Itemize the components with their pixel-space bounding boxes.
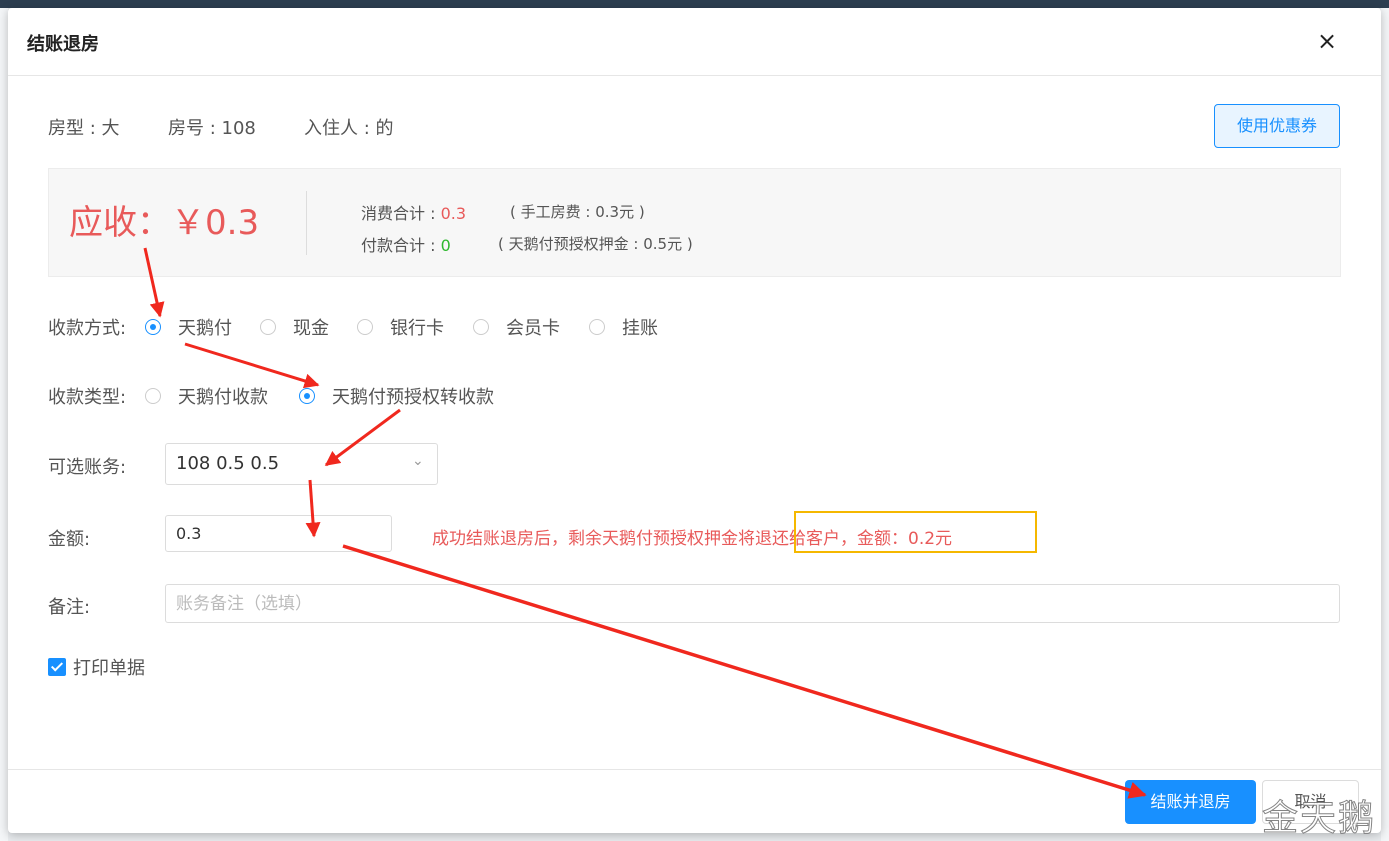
room-type: 房型 : 大 — [48, 118, 120, 139]
summary-divider — [306, 191, 307, 255]
radio-checked-icon — [299, 388, 315, 404]
payment-note: ( 天鹅付预授权押金 : 0.5元 ) — [498, 235, 693, 253]
consumption-value: 0.3 — [440, 204, 467, 223]
dialog-header: 结账退房 × — [8, 8, 1381, 76]
amount-input[interactable] — [165, 515, 392, 552]
amount-due: 应收：￥0.3 — [69, 203, 260, 243]
radio-payment-bankcard[interactable]: 银行卡 — [357, 314, 444, 340]
radio-type-preauth-transfer[interactable]: 天鹅付预授权转收款 — [299, 383, 494, 409]
backdrop-left — [0, 8, 8, 841]
consumption-label: 消费合计 : — [361, 204, 441, 223]
checkbox-checked-icon — [48, 658, 66, 676]
radio-payment-tianepay[interactable]: 天鹅付 — [145, 314, 232, 340]
watermark-logo: 金天鹅 — [1261, 798, 1377, 840]
guest-name: 入住人 : 的 — [304, 118, 394, 139]
payment-value: 0 — [440, 236, 451, 255]
consumption-note: ( 手工房费 : 0.3元 ) — [510, 203, 645, 221]
refund-hint-highlight — [794, 511, 1037, 553]
payment-total: 付款合计 : 0 — [361, 232, 451, 256]
radio-type-tianepay-receive[interactable]: 天鹅付收款 — [145, 383, 268, 409]
print-receipt-label: 打印单据 — [73, 658, 145, 679]
account-select-value: 108 0.5 0.5 — [176, 453, 280, 474]
close-icon[interactable]: × — [1314, 28, 1340, 54]
payment-summary: 应收：￥0.3 消费合计 : 0.3 ( 手工房费 : 0.3元 ) 付款合计 … — [48, 168, 1341, 277]
print-receipt-checkbox[interactable]: 打印单据 — [48, 654, 145, 680]
payment-method-label: 收款方式: — [48, 318, 127, 339]
checkout-and-leave-button[interactable]: 结账并退房 — [1125, 780, 1256, 824]
consumption-total: 消费合计 : 0.3 — [361, 200, 466, 224]
backdrop-right — [1381, 8, 1389, 841]
radio-checked-icon — [145, 319, 161, 335]
radio-icon — [145, 388, 161, 404]
radio-icon — [357, 319, 373, 335]
radio-icon — [260, 319, 276, 335]
remark-input[interactable] — [165, 584, 1340, 623]
checkout-dialog: 结账退房 × 房型 : 大 房号 : 108 入住人 : 的 使用优惠券 应收：… — [8, 8, 1381, 833]
room-number: 房号 : 108 — [168, 118, 256, 139]
radio-payment-credit[interactable]: 挂账 — [589, 314, 658, 340]
radio-payment-cash[interactable]: 现金 — [260, 314, 329, 340]
radio-icon — [473, 319, 489, 335]
dialog-title: 结账退房 — [27, 34, 99, 55]
radio-payment-membercard[interactable]: 会员卡 — [473, 314, 560, 340]
chevron-down-icon: ⌄ — [412, 453, 424, 469]
amount-label: 金额: — [48, 529, 91, 550]
remark-label: 备注: — [48, 597, 91, 618]
use-coupon-button[interactable]: 使用优惠券 — [1214, 104, 1340, 148]
payment-type-label: 收款类型: — [48, 387, 127, 408]
account-select[interactable]: 108 0.5 0.5 ⌄ — [165, 443, 438, 485]
app-top-bar — [0, 0, 1389, 8]
footer-divider — [8, 769, 1381, 770]
payment-label: 付款合计 : — [361, 236, 441, 255]
account-label: 可选账务: — [48, 457, 127, 478]
radio-icon — [589, 319, 605, 335]
